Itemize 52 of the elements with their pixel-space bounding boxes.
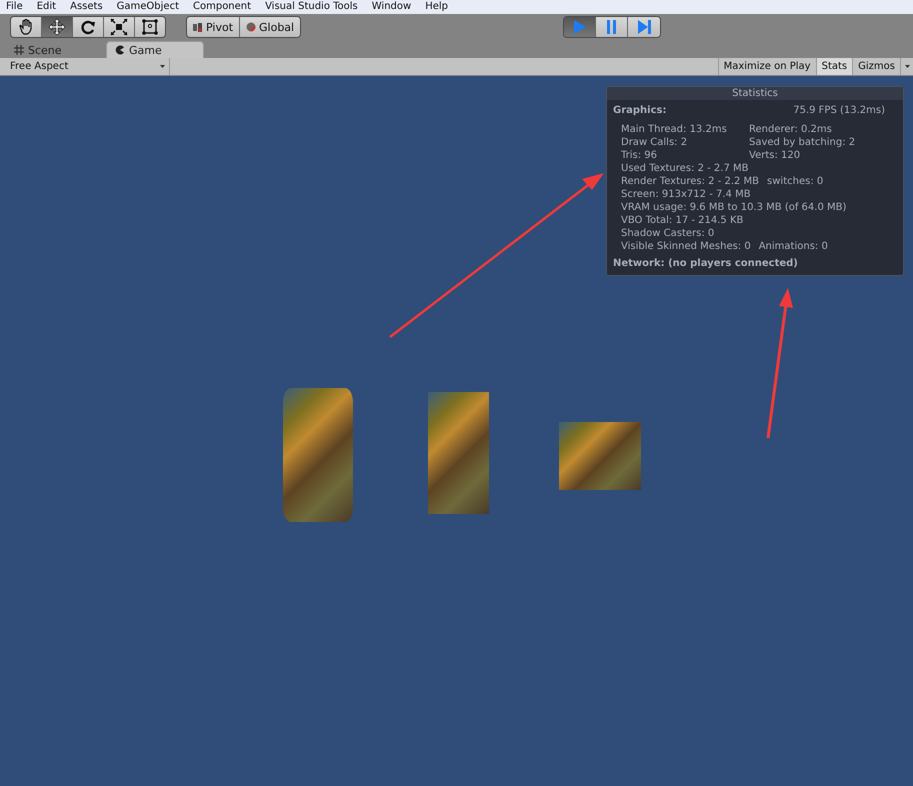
tool-button[interactable] [73,17,104,37]
menu-item[interactable]: Window [372,1,412,13]
global-button[interactable]: Global [240,17,300,37]
stats-heading: Graphics: [613,105,666,116]
move-arrows-icon [48,18,66,36]
play-icon [572,19,588,35]
stat-text: Verts: 120 [749,149,800,162]
stat-text: Draw Calls: 2 [621,136,688,149]
stat-text: Main Thread: 13.2ms [621,123,728,136]
tool-button[interactable] [135,17,165,37]
tool-button[interactable] [42,17,73,37]
toggle-button[interactable]: Stats [816,58,852,75]
tool-button[interactable] [104,17,135,37]
dropdown-arrow-icon [160,65,165,68]
rect-tool-icon [141,18,159,36]
stat-text: Renderer: 0.2ms [749,123,832,136]
menu-item[interactable]: Edit [36,1,56,13]
menu-item[interactable]: File [6,1,23,13]
menu-item[interactable]: Visual Studio Tools [265,1,358,13]
scale-icon [110,18,128,36]
stat-text: VBO Total: 17 - 214.5 KB [621,214,744,227]
stat-text: switches: 0 [767,175,824,188]
pause-button[interactable] [596,17,628,37]
stat-text: Tris: 96 [621,149,658,162]
stat-text: Saved by batching: 2 [749,136,856,149]
step-icon [636,19,652,35]
fps-reading: 75.9 FPS (13.2ms) [793,105,885,116]
menu-item[interactable]: Help [425,1,448,13]
stat-text: Used Textures: 2 - 2.7 MB [621,162,748,175]
network-status: Network: (no players connected) [612,258,799,269]
step-button[interactable] [628,17,660,37]
aspect-dropdown[interactable]: Free Aspect [0,58,170,75]
pivot-button[interactable]: Pivot [187,17,240,37]
rotate-icon [79,18,97,36]
stat-text: VRAM usage: 9.6 MB to 10.3 MB (of 64.0 MB) [621,201,846,214]
view-tab[interactable]: Game [106,41,204,58]
stat-text: Visible Skinned Meshes: 0 [621,240,751,253]
panel-title: Statistics [607,87,903,100]
dropdown-arrow-icon[interactable] [904,65,910,68]
grid-icon [14,45,24,55]
stat-text: Animations: 0 [758,240,828,253]
stat-text: Render Textures: 2 - 2.2 MB [621,175,760,188]
menu-item[interactable]: Component [193,1,252,13]
menu-item[interactable]: GameObject [116,1,179,13]
pivot-icon [193,22,203,32]
stat-text: Shadow Casters: 0 [621,227,716,240]
stat-text: Screen: 913x712 - 7.4 MB [621,188,751,201]
tool-button[interactable] [11,17,42,37]
menu-item[interactable]: Assets [70,1,103,13]
view-tab[interactable]: Scene [6,42,102,58]
pacman-icon [115,45,125,55]
globe-icon [246,22,256,32]
